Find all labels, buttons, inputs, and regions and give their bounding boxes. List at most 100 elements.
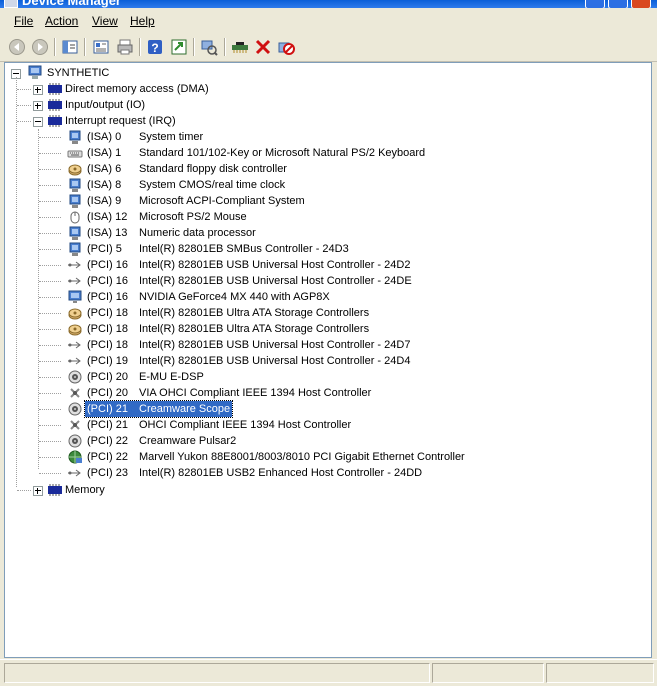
device-name: NVIDIA GeForce4 MX 440 with AGP8X <box>139 291 330 303</box>
irq-item[interactable]: (PCI) 18 Intel(R) 82801EB Ultra ATA Stora… <box>9 321 629 337</box>
irq-item[interactable]: (PCI) 5 Intel(R) 82801EB SMBus Controller… <box>9 241 629 257</box>
irq-code: (PCI) 22 <box>87 451 128 463</box>
irq-code: (PCI) 22 <box>87 435 128 447</box>
disk-controller-icon <box>68 164 82 176</box>
tree-node-memory[interactable]: Memory <box>9 482 309 498</box>
tree-node-io[interactable]: Input/output (IO) <box>9 97 309 113</box>
irq-item[interactable]: (ISA) 13 Numeric data processor <box>9 225 629 241</box>
irq-item[interactable]: (PCI) 21 Creamware Scope <box>9 400 629 418</box>
view-icon[interactable] <box>170 38 188 56</box>
irq-item[interactable]: (ISA) 9 Microsoft ACPI-Compliant System <box>9 193 629 209</box>
up-level-icon[interactable] <box>61 38 79 56</box>
usb-icon <box>68 469 81 477</box>
uninstall-icon[interactable] <box>254 38 272 56</box>
device-name: Microsoft ACPI-Compliant System <box>139 195 305 207</box>
irq-item[interactable]: (ISA) 12 Microsoft PS/2 Mouse <box>9 209 629 225</box>
irq-code: (ISA) 12 <box>87 211 128 223</box>
io-label: Input/output (IO) <box>65 99 146 111</box>
device-tree[interactable]: SYNTHETIC Direct memory access (DMA) Inp… <box>4 62 652 658</box>
device-name: Marvell Yukon 88E8001/8003/8010 PCI Giga… <box>139 451 465 463</box>
tree-node-irq[interactable]: Interrupt request (IRQ) <box>9 113 309 129</box>
network-icon <box>68 450 82 464</box>
irq-item[interactable]: (PCI) 16 NVIDIA GeForce4 MX 440 with AGP8… <box>9 289 629 305</box>
irq-item[interactable]: (ISA) 8 System CMOS/real time clock <box>9 177 629 193</box>
ieee1394-icon <box>70 420 80 430</box>
device-name: Intel(R) 82801EB Ultra ATA Storage Contr… <box>139 323 370 335</box>
irq-item[interactable]: (PCI) 22 Marvell Yukon 88E8001/8003/8010 … <box>9 449 629 465</box>
irq-code: (ISA) 13 <box>87 227 128 239</box>
irq-item-label: (PCI) 16 Intel(R) 82801EB USB Universal H… <box>87 273 412 289</box>
irq-code: (PCI) 16 <box>87 259 128 271</box>
minimize-button[interactable] <box>585 0 605 8</box>
irq-code: (ISA) 6 <box>87 163 122 175</box>
device-name: System CMOS/real time clock <box>139 179 286 191</box>
device-name: System timer <box>139 131 204 143</box>
irq-code: (PCI) 21 <box>87 419 128 431</box>
tree-node-dma[interactable]: Direct memory access (DMA) <box>9 81 309 97</box>
root-label: SYNTHETIC <box>47 67 110 79</box>
irq-item[interactable]: (PCI) 20 VIA OHCI Compliant IEEE 1394 Hos… <box>9 385 629 401</box>
irq-item-label: (PCI) 18 Intel(R) 82801EB Ultra ATA Stora… <box>87 321 369 337</box>
title-bar[interactable]: Device Manager <box>0 0 657 8</box>
collapse-toggle[interactable] <box>33 117 43 127</box>
irq-item-label: (ISA) 12 Microsoft PS/2 Mouse <box>87 209 247 225</box>
expand-toggle[interactable] <box>33 101 43 111</box>
update-driver-icon[interactable] <box>231 38 249 56</box>
disable-icon[interactable] <box>277 38 295 56</box>
expand-toggle[interactable] <box>33 85 43 95</box>
irq-item-label: (ISA) 6 Standard floppy disk controller <box>87 161 287 177</box>
usb-icon <box>68 341 81 349</box>
irq-item-label: (ISA) 0 System timer <box>87 129 203 145</box>
irq-item[interactable]: (PCI) 23 Intel(R) 82801EB USB2 Enhanced H… <box>9 465 629 481</box>
menu-view[interactable]: View <box>92 14 118 28</box>
irq-item[interactable]: (PCI) 19 Intel(R) 82801EB USB Universal H… <box>9 353 629 369</box>
mouse-icon <box>70 211 80 224</box>
properties-icon[interactable] <box>92 38 110 56</box>
irq-code: (PCI) 21 <box>87 403 128 415</box>
tree-root[interactable]: SYNTHETIC <box>9 65 309 81</box>
device-name: Creamware Pulsar2 <box>139 435 237 447</box>
irq-code: (ISA) 9 <box>87 195 122 207</box>
status-cell-main <box>4 663 430 683</box>
irq-item[interactable]: (ISA) 6 Standard floppy disk controller <box>9 161 629 177</box>
forward-arrow-icon[interactable] <box>31 38 49 56</box>
irq-item[interactable]: (PCI) 18 Intel(R) 82801EB Ultra ATA Stora… <box>9 305 629 321</box>
irq-item-label: (PCI) 21 Creamware Scope <box>83 400 234 418</box>
disk-controller-icon <box>68 308 82 320</box>
menu-action[interactable]: Action <box>45 14 78 28</box>
maximize-button[interactable] <box>608 0 628 8</box>
back-arrow-icon[interactable] <box>8 38 26 56</box>
irq-code: (PCI) 18 <box>87 339 128 351</box>
irq-item-label: (ISA) 9 Microsoft ACPI-Compliant System <box>87 193 305 209</box>
disk-controller-icon <box>68 324 82 336</box>
system-device-icon <box>69 194 81 208</box>
menu-help[interactable]: Help <box>130 14 155 28</box>
memory-chip-icon <box>48 99 62 111</box>
print-icon[interactable] <box>116 38 134 56</box>
irq-item-label: (PCI) 18 Intel(R) 82801EB USB Universal H… <box>87 337 410 353</box>
irq-item[interactable]: (PCI) 21 OHCI Compliant IEEE 1394 Host Co… <box>9 417 629 433</box>
system-device-icon <box>69 130 81 144</box>
irq-item-label: (ISA) 13 Numeric data processor <box>87 225 256 241</box>
irq-item-label: (PCI) 16 Intel(R) 82801EB USB Universal H… <box>87 257 410 273</box>
irq-item-label: (PCI) 18 Intel(R) 82801EB Ultra ATA Stora… <box>87 305 369 321</box>
expand-toggle[interactable] <box>33 486 43 496</box>
dma-label: Direct memory access (DMA) <box>65 83 209 95</box>
display-icon <box>68 290 82 303</box>
irq-item-label: (PCI) 21 OHCI Compliant IEEE 1394 Host Co… <box>87 417 351 433</box>
irq-item[interactable]: (PCI) 18 Intel(R) 82801EB USB Universal H… <box>9 337 629 353</box>
irq-item[interactable]: (PCI) 16 Intel(R) 82801EB USB Universal H… <box>9 273 629 289</box>
scan-hardware-icon[interactable] <box>200 38 218 56</box>
menu-file[interactable]: File <box>14 14 33 28</box>
irq-item[interactable]: (ISA) 0 System timer <box>9 129 629 145</box>
close-button[interactable] <box>631 0 651 8</box>
irq-code: (PCI) 16 <box>87 291 128 303</box>
help-icon[interactable]: ? <box>146 38 164 56</box>
memory-chip-icon <box>48 83 62 95</box>
irq-item[interactable]: (ISA) 1 Standard 101/102-Key or Microsoft… <box>9 145 629 161</box>
irq-item[interactable]: (PCI) 22 Creamware Pulsar2 <box>9 433 629 449</box>
irq-item-label: (PCI) 5 Intel(R) 82801EB SMBus Controller… <box>87 241 349 257</box>
device-manager-icon <box>4 0 18 8</box>
irq-item[interactable]: (PCI) 20 E-MU E-DSP <box>9 369 629 385</box>
irq-item[interactable]: (PCI) 16 Intel(R) 82801EB USB Universal H… <box>9 257 629 273</box>
